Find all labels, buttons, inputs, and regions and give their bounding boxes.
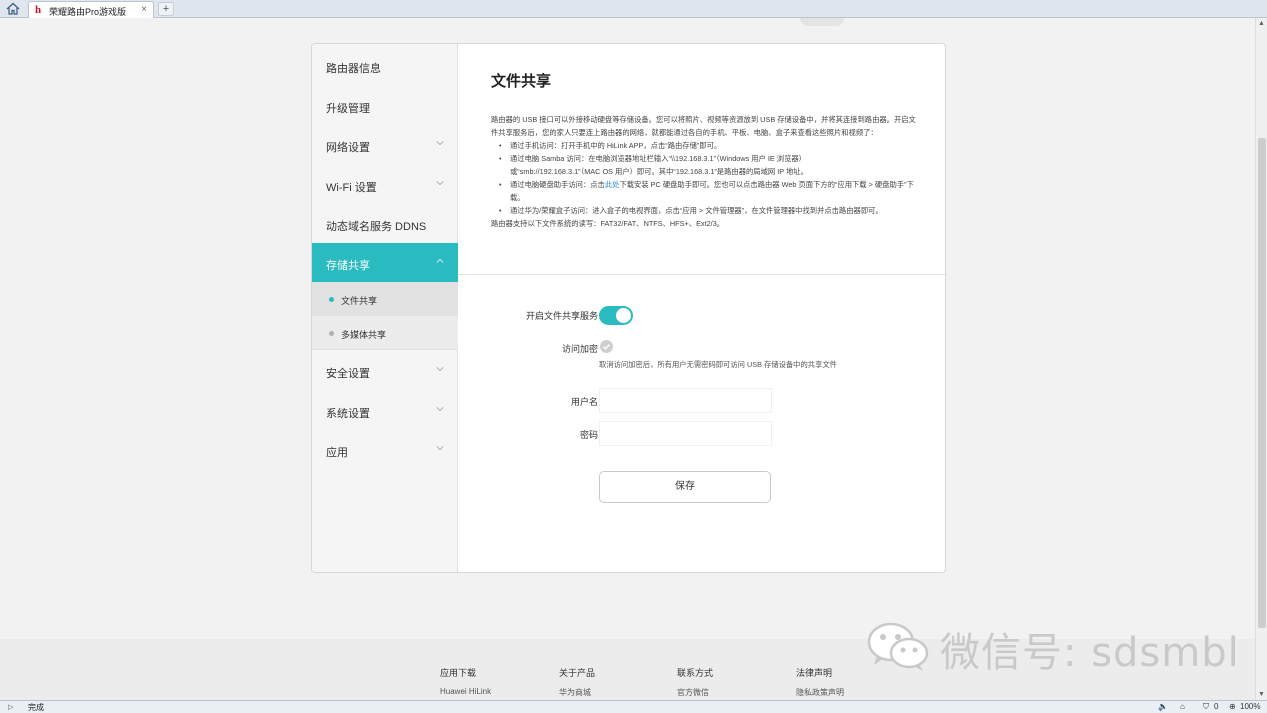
sidebar-item-label: 升级管理 (326, 103, 370, 115)
bullet-dot-icon (329, 331, 334, 336)
enable-sharing-label: 开启文件共享服务 (525, 311, 598, 321)
scroll-down-arrow-icon[interactable]: ▼ (1258, 691, 1265, 698)
page-status-icon: ▷ (8, 704, 14, 711)
tab-title: 荣耀路由Pro游戏版 (49, 7, 127, 17)
sidebar-item-upgrade[interactable]: 升级管理 (312, 86, 458, 126)
chevron-down-icon (436, 367, 444, 372)
browser-tab[interactable]: h 荣耀路由Pro游戏版 × (28, 1, 154, 18)
checkmark-icon (603, 344, 611, 350)
list-item-text: 通过华为/荣耀盒子访问：进入盒子的电视界面，点击“应用 > 文件管理器”，在文件… (510, 206, 883, 215)
username-label: 用户名 (570, 397, 598, 407)
sidebar-item-label: 安全设置 (326, 368, 370, 380)
sidebar-item-system[interactable]: 系统设置 (312, 391, 458, 431)
wechat-logo-icon (867, 622, 929, 671)
submenu-item-file-sharing[interactable]: 文件共享 (312, 283, 458, 316)
wechat-watermark: 微信号: sdsmbl (865, 616, 1245, 676)
watermark-text: 微信号: sdsmbl (940, 630, 1240, 676)
sidebar-item-apps[interactable]: 应用 (312, 430, 458, 470)
volume-icon[interactable]: 🔈 (1158, 702, 1168, 711)
honor-logo-icon: h (35, 4, 42, 16)
list-item-text: 通过手机访问：打开手机中的 HiLink APP，点击“路由存储”即可。 (510, 141, 722, 150)
page-title: 文件共享 (491, 73, 552, 90)
chevron-down-icon (436, 446, 444, 451)
sidebar-item-label: 存储共享 (326, 260, 370, 272)
list-item: 通过华为/荣耀盒子访问：进入盒子的电视界面，点击“应用 > 文件管理器”，在文件… (499, 204, 916, 217)
description: 路由器的 USB 接口可以外接移动硬盘等存储设备。您可以将照片、视频等资源放到 … (491, 113, 916, 230)
scrollbar-thumb[interactable] (1258, 138, 1266, 628)
username-field[interactable] (599, 388, 772, 413)
filesystem-support-text: 路由器支持以下文件系统的读写：FAT32/FAT、NTFS、HFS+、Ext2/… (491, 219, 725, 228)
list-item: 通过电脑硬盘助手访问：点击此处下载安装 PC 硬盘助手即可。您也可以点击路由器 … (499, 178, 916, 204)
sidebar-item-ddns[interactable]: 动态域名服务 DDNS (312, 204, 458, 244)
protected-count: 0 (1214, 702, 1219, 711)
storage-submenu: 文件共享 多媒体共享 (312, 282, 458, 350)
new-tab-button[interactable]: + (158, 2, 174, 16)
sidebar-item-router-info[interactable]: 路由器信息 (312, 46, 458, 86)
sidebar-item-label: 路由器信息 (326, 63, 381, 75)
footer-link[interactable]: 隐私政策声明 (796, 687, 844, 698)
browser-tab-bar: h 荣耀路由Pro游戏版 × + (0, 0, 1267, 18)
list-item-text: 通过电脑 Samba 访问：在电脑浏览器地址栏输入“\\192.168.3.1”… (510, 154, 806, 163)
footer-heading: 关于产品 (559, 668, 596, 678)
list-item-text: 通过电脑硬盘助手访问：点击 (510, 180, 605, 189)
password-label: 密码 (579, 430, 598, 440)
footer-link[interactable]: Huawei HiLink (440, 687, 491, 696)
sidebar-item-wifi[interactable]: Wi-Fi 设置 (312, 165, 458, 205)
sidebar-item-label: 网络设置 (326, 142, 370, 154)
footer-link[interactable]: 官方微信 (677, 687, 709, 698)
download-here-link[interactable]: 此处 (605, 180, 620, 189)
list-item-text: 或“smb://192.168.3.1”（MAC OS 用户）即可。其中“192… (510, 167, 808, 176)
list-item: 通过手机访问：打开手机中的 HiLink APP，点击“路由存储”即可。 (499, 139, 916, 152)
submenu-item-media-sharing[interactable]: 多媒体共享 (312, 317, 458, 350)
save-button[interactable]: 保存 (599, 471, 771, 503)
sidebar-item-network[interactable]: 网络设置 (312, 125, 458, 165)
sidebar-item-storage-sharing[interactable]: 存储共享 (312, 243, 458, 283)
chevron-down-icon (436, 181, 444, 186)
browser-status-bar: ▷ 完成 🔈 ⌂ ⛉ 0 ⊕ 100% (0, 700, 1267, 713)
encryption-hint: 取消访问加密后，所有用户无需密码即可访问 USB 存储设备中的共享文件 (599, 360, 837, 369)
sidebar-item-label: 系统设置 (326, 408, 370, 420)
shield-icon[interactable]: ⛉ (1203, 702, 1209, 712)
list-item: 通过电脑 Samba 访问：在电脑浏览器地址栏输入“\\192.168.3.1”… (499, 152, 916, 178)
footer-heading: 应用下载 (440, 668, 477, 678)
settings-card: 路由器信息 升级管理 网络设置 Wi-Fi 设置 动态域名服务 DDNS 存储共… (311, 43, 946, 573)
access-encryption-label: 访问加密 (561, 344, 598, 354)
sidebar-item-label: Wi-Fi 设置 (326, 182, 377, 194)
status-text: 完成 (28, 703, 44, 712)
scroll-up-arrow-icon[interactable]: ▲ (1258, 20, 1265, 27)
access-methods-list: 通过手机访问：打开手机中的 HiLink APP，点击“路由存储”即可。 通过电… (491, 139, 916, 217)
toggle-knob (616, 308, 631, 323)
divider (458, 274, 945, 275)
vertical-scrollbar[interactable]: ▲ ▼ (1255, 18, 1267, 700)
submenu-item-label: 多媒体共享 (341, 330, 387, 340)
footer-heading: 法律声明 (796, 668, 833, 678)
bullet-dot-icon (329, 297, 334, 302)
main-content: 文件共享 路由器的 USB 接口可以外接移动硬盘等存储设备。您可以将照片、视频等… (458, 44, 945, 572)
chevron-up-icon (436, 258, 444, 263)
intro-text: 路由器的 USB 接口可以外接移动硬盘等存储设备。您可以将照片、视频等资源放到 … (491, 115, 916, 137)
password-field[interactable] (599, 421, 772, 446)
chevron-down-icon (436, 407, 444, 412)
access-encryption-checkbox[interactable] (600, 340, 613, 353)
top-decoration (800, 18, 844, 26)
sidebar-item-label: 动态域名服务 DDNS (326, 221, 427, 233)
sidebar-item-security[interactable]: 安全设置 (312, 351, 458, 391)
close-tab-icon[interactable]: × (141, 4, 147, 15)
zoom-icon[interactable]: ⊕ (1229, 702, 1236, 711)
footer-heading: 联系方式 (677, 668, 714, 678)
footer-link[interactable]: 华为商城 (559, 687, 591, 698)
home-icon[interactable] (6, 2, 22, 16)
chevron-down-icon (436, 141, 444, 146)
security-icon[interactable]: ⌂ (1180, 702, 1185, 711)
sidebar: 路由器信息 升级管理 网络设置 Wi-Fi 设置 动态域名服务 DDNS 存储共… (312, 44, 458, 572)
zoom-level[interactable]: 100% (1240, 702, 1260, 711)
enable-sharing-toggle[interactable] (599, 306, 633, 325)
sidebar-item-label: 应用 (326, 447, 348, 459)
submenu-item-label: 文件共享 (341, 296, 378, 306)
